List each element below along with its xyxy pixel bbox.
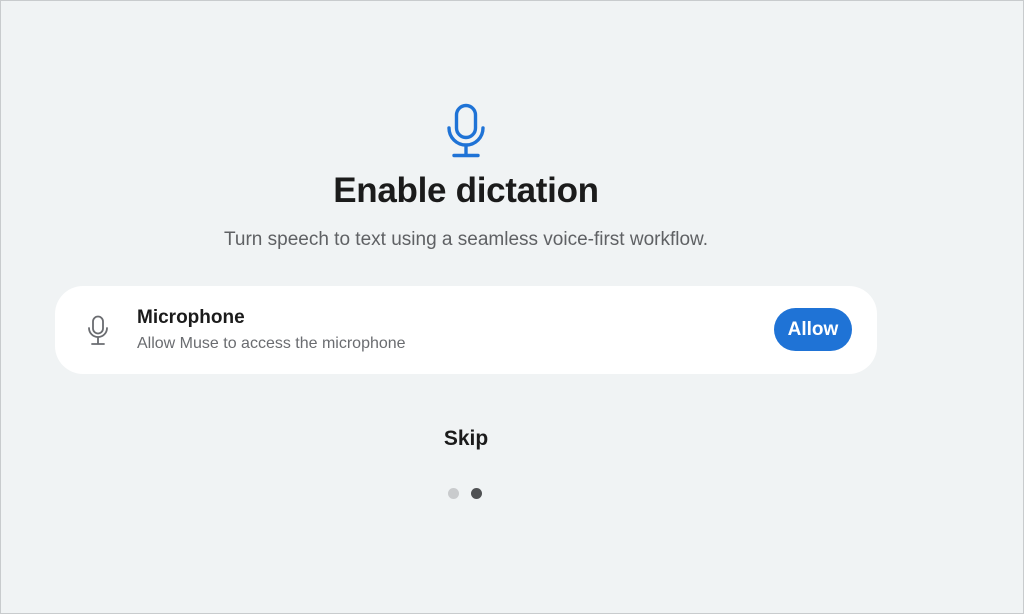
page-subtitle: Turn speech to text using a seamless voi… [224, 229, 708, 250]
page-title: Enable dictation [333, 171, 599, 210]
pagination-dots [448, 488, 482, 500]
onboarding-window: Enable dictation Turn speech to text usi… [0, 0, 1024, 614]
permission-title: Microphone [137, 307, 245, 328]
page-dot-1[interactable] [448, 488, 459, 499]
skip-button[interactable]: Skip [416, 427, 516, 451]
allow-button[interactable]: Allow [774, 308, 852, 351]
page-dot-2-active[interactable] [471, 488, 482, 499]
microphone-permission-card: Microphone Allow Muse to access the micr… [55, 286, 877, 374]
microphone-icon [447, 103, 485, 158]
permission-description: Allow Muse to access the microphone [137, 335, 406, 352]
microphone-icon [88, 315, 108, 345]
